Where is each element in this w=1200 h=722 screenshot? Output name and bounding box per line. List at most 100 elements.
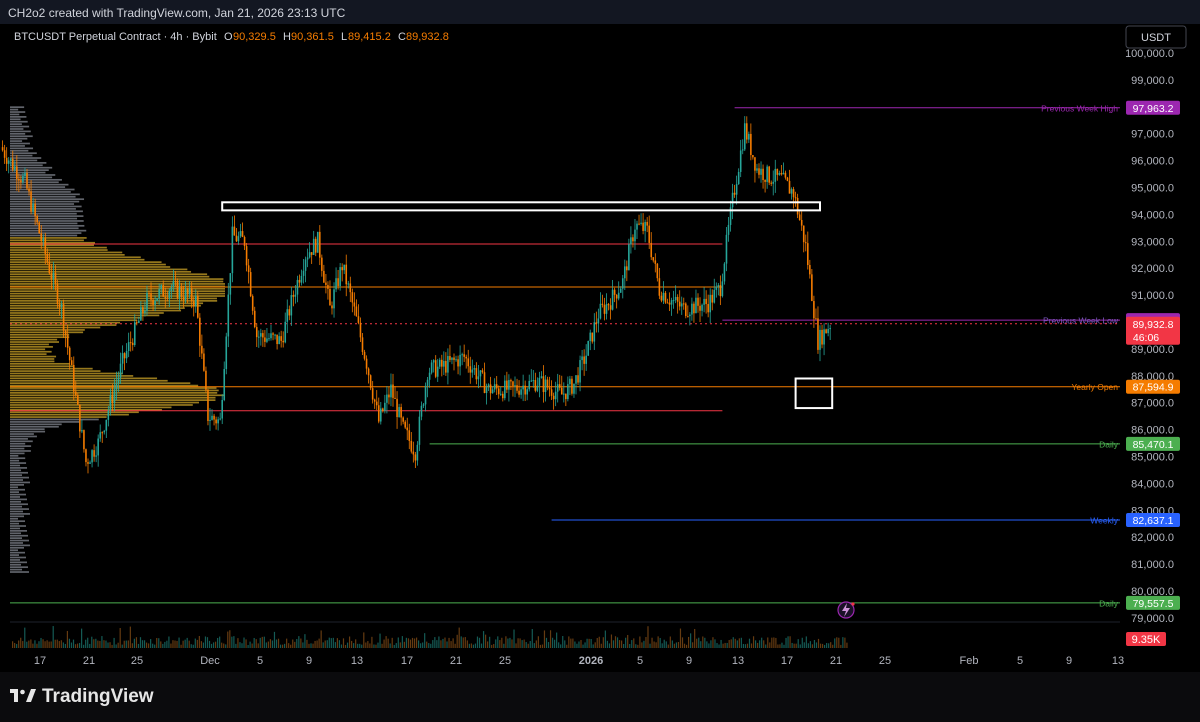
profile-bar xyxy=(10,350,52,353)
x-tick-label: 5 xyxy=(637,655,643,667)
volume-bar xyxy=(16,643,18,648)
level-label: Daily xyxy=(1099,439,1119,449)
volume-bar xyxy=(389,643,391,648)
y-tick-label: 91,000.0 xyxy=(1131,290,1174,302)
candle-body xyxy=(628,244,630,271)
candle-body xyxy=(611,289,614,310)
profile-bar xyxy=(10,362,70,365)
candle-body xyxy=(388,394,390,398)
volume-bar xyxy=(113,637,115,648)
volume-bar xyxy=(367,641,369,648)
profile-bar xyxy=(10,249,108,251)
profile-bar xyxy=(10,188,75,191)
profile-bar xyxy=(10,220,84,222)
profile-bar xyxy=(10,321,121,324)
candle-body xyxy=(756,168,758,171)
candle-body xyxy=(347,283,350,285)
candle-body xyxy=(258,336,260,338)
candle-body xyxy=(215,419,217,424)
profile-bar xyxy=(10,563,21,566)
volume-bar xyxy=(121,644,123,648)
currency-label: USDT xyxy=(1141,32,1171,44)
profile-bar xyxy=(10,135,33,138)
y-tick-label: 81,000.0 xyxy=(1131,559,1174,571)
profile-bar xyxy=(10,246,107,249)
volume-bar xyxy=(233,636,235,648)
candle-body xyxy=(286,309,289,322)
candle-body xyxy=(22,175,24,183)
candle-body xyxy=(436,366,439,377)
volume-bar xyxy=(586,638,588,648)
candle-body xyxy=(243,236,246,247)
candle-body xyxy=(687,316,689,318)
volume-bar xyxy=(243,637,245,648)
candle-body xyxy=(105,419,108,431)
candle-body xyxy=(739,150,742,172)
volume-bar xyxy=(176,640,178,648)
chart-canvas[interactable]: Previous Week HighPrevious Week LowYearl… xyxy=(0,0,1200,672)
volume-bar xyxy=(422,642,424,648)
candle-body xyxy=(335,278,337,290)
volume-bar xyxy=(706,641,708,648)
candle-body xyxy=(316,231,319,253)
profile-bar xyxy=(10,343,49,346)
volume-bar xyxy=(757,642,759,648)
volume-bar xyxy=(101,636,103,648)
profile-bar xyxy=(10,329,85,331)
tradingview-logo[interactable]: TradingView xyxy=(10,686,154,708)
candle-body xyxy=(593,322,596,342)
volume-bar xyxy=(761,637,763,648)
candle-body xyxy=(491,389,494,394)
candle-body xyxy=(520,389,522,395)
volume-bar xyxy=(215,641,217,648)
profile-bar xyxy=(10,128,24,130)
volume-bar xyxy=(708,643,710,648)
candle-body xyxy=(538,377,541,386)
candle-body xyxy=(223,369,226,401)
alert-lightning-icon[interactable] xyxy=(837,601,855,619)
candle-body xyxy=(197,295,199,318)
candle-body xyxy=(573,383,575,394)
volume-bar xyxy=(442,638,444,648)
volume-bar xyxy=(813,639,816,648)
volume-bar xyxy=(87,637,89,648)
x-tick-label: 21 xyxy=(830,655,842,667)
currency-button[interactable]: USDT xyxy=(1125,25,1187,49)
profile-bar xyxy=(10,505,22,508)
candle-body xyxy=(121,353,124,364)
volume-bar xyxy=(681,637,684,648)
volume-bar xyxy=(38,641,40,648)
volume-bar xyxy=(231,636,233,648)
profile-bar xyxy=(10,568,22,571)
profile-bar xyxy=(10,169,49,171)
profile-bar xyxy=(10,147,34,150)
profile-bar xyxy=(10,355,57,358)
candle-body xyxy=(60,304,63,308)
y-tick-label: 89,000.0 xyxy=(1131,344,1174,356)
candle-body xyxy=(825,329,827,334)
candle-body xyxy=(567,384,569,400)
candle-body xyxy=(495,384,498,389)
volume-bar xyxy=(679,628,682,648)
volume-bar xyxy=(265,642,267,648)
level-label: Weekly xyxy=(1090,516,1118,526)
candle-body xyxy=(463,354,465,357)
volume-bar xyxy=(56,639,58,648)
volume-bar xyxy=(164,641,166,648)
volume-bar xyxy=(330,638,332,648)
profile-bar xyxy=(10,215,84,217)
candle-body xyxy=(453,357,455,360)
profile-bar xyxy=(10,203,75,205)
candle-body xyxy=(674,296,677,301)
candle-body xyxy=(292,295,295,297)
volume-bar xyxy=(428,643,430,648)
volume-bar xyxy=(148,643,150,648)
volume-bar xyxy=(369,643,371,648)
volume-bar xyxy=(484,634,487,648)
volume-bar xyxy=(639,636,641,648)
volume-bar xyxy=(263,636,265,648)
candle-body xyxy=(817,318,819,350)
candle-body xyxy=(644,221,646,231)
candle-body xyxy=(796,197,799,215)
time-axis[interactable]: 17 21 25 Dec 5 9 13 17 21 25 2026 5 9 13 17 21 25 Feb 5 9 13 xyxy=(34,655,1124,667)
